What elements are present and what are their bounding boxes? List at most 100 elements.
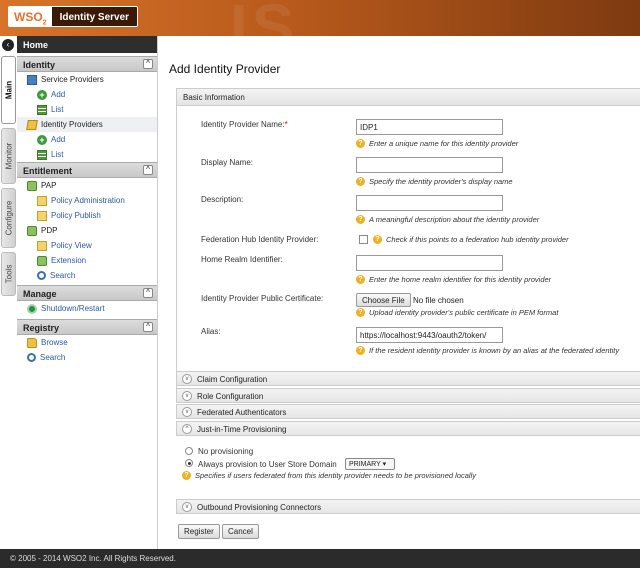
nav-pdp: PDP (17, 223, 157, 238)
alias-input[interactable]: https://localhost:9443/oauth2/token/ (356, 327, 503, 343)
nav-section-manage[interactable]: Manage ^ (17, 285, 157, 301)
chevron-down-icon: v (182, 374, 192, 384)
search-icon (27, 353, 36, 362)
role-configuration-section[interactable]: v Role Configuration (176, 388, 640, 403)
header-decoration: IS (230, 0, 299, 36)
nav-section-identity[interactable]: Identity ^ (17, 56, 157, 72)
pdp-icon (27, 225, 37, 236)
help-icon: ? (356, 275, 365, 284)
nav-home[interactable]: Home (17, 36, 157, 53)
jit-provisioning-section[interactable]: ^ Just-in-Time Provisioning (176, 421, 640, 436)
alias-help: ? If the resident identity provider is kn… (356, 346, 619, 355)
home-realm-label: Home Realm Identifier: (201, 255, 283, 264)
nav-shutdown-restart[interactable]: Shutdown/Restart (17, 301, 157, 316)
tab-configure[interactable]: Configure (1, 188, 16, 248)
nav-identity-providers: Identity Providers (17, 117, 157, 132)
tab-monitor[interactable]: Monitor (1, 128, 16, 184)
jit-help: ? Specifies if users federated from this … (182, 471, 476, 480)
page-title: Add Identity Provider (169, 62, 281, 76)
help-icon: ? (356, 139, 365, 148)
home-realm-input[interactable] (356, 255, 503, 271)
nav-extension[interactable]: Extension (17, 253, 157, 268)
add-icon: + (37, 134, 47, 145)
always-provision-label: Always provision to User Store Domain (198, 460, 337, 469)
outbound-provisioning-section[interactable]: v Outbound Provisioning Connectors (176, 499, 640, 514)
nav-sp-add[interactable]: + Add (17, 87, 157, 102)
nav-section-entitlement[interactable]: Entitlement ^ (17, 162, 157, 178)
footer: © 2005 - 2014 WSO2 Inc. All Rights Reser… (0, 549, 640, 568)
chevron-down-icon: v (182, 502, 192, 512)
chevron-up-icon: ^ (182, 424, 192, 434)
help-icon: ? (373, 235, 382, 244)
idp-name-help: ? Enter a unique name for this identity p… (356, 139, 518, 148)
collapse-icon[interactable]: ^ (143, 165, 153, 175)
description-label: Description: (201, 195, 244, 204)
nav-policy-administration[interactable]: Policy Administration (17, 193, 157, 208)
nav-entitlement-search[interactable]: Search (17, 268, 157, 283)
nav-service-providers: Service Providers (17, 72, 157, 87)
nav-section-registry[interactable]: Registry ^ (17, 319, 157, 335)
federated-authenticators-section[interactable]: v Federated Authenticators (176, 404, 640, 419)
help-icon: ? (356, 177, 365, 186)
help-icon: ? (356, 346, 365, 355)
extension-icon (37, 255, 47, 266)
list-icon (37, 104, 47, 115)
help-icon: ? (356, 215, 365, 224)
chevron-down-icon: v (182, 391, 192, 401)
collapse-menu-icon[interactable]: ‹ (2, 39, 14, 51)
description-help: ? A meaningful description about the iden… (356, 215, 539, 224)
policy-icon (37, 240, 47, 251)
nav-idp-add[interactable]: + Add (17, 132, 157, 147)
home-realm-help: ? Enter the home realm identifier for thi… (356, 275, 551, 284)
certificate-help: ? Upload identity provider's public certi… (356, 308, 558, 317)
pap-icon (27, 180, 37, 191)
display-name-input[interactable] (356, 157, 503, 173)
main-content: Add Identity Provider Basic Information … (158, 36, 640, 549)
chevron-down-icon: v (182, 407, 192, 417)
nav-registry-search[interactable]: Search (17, 350, 157, 365)
nav-registry-browse[interactable]: Browse (17, 335, 157, 350)
idp-name-input[interactable]: IDP1 (356, 119, 503, 135)
tab-tools[interactable]: Tools (1, 252, 16, 296)
add-icon: + (37, 89, 47, 100)
nav-policy-publish[interactable]: Policy Publish (17, 208, 157, 223)
no-file-text: No file chosen (413, 296, 464, 305)
collapse-icon[interactable]: ^ (143, 322, 153, 332)
display-name-help: ? Specify the identity provider's display… (356, 177, 513, 186)
help-icon: ? (356, 308, 365, 317)
alias-label: Alias: (201, 327, 221, 336)
choose-file-button[interactable]: Choose File (356, 293, 411, 307)
left-navigation: Home Identity ^ Service Providers + Add Li… (17, 36, 158, 549)
nav-policy-view[interactable]: Policy View (17, 238, 157, 253)
cancel-button[interactable]: Cancel (222, 524, 259, 539)
gear-icon (27, 303, 37, 314)
folder-icon (27, 337, 37, 348)
no-provisioning-label: No provisioning (198, 447, 254, 456)
always-provision-radio[interactable] (185, 459, 193, 467)
wso2-logo[interactable]: WSO2 Identity Server (8, 6, 139, 27)
search-icon (37, 271, 46, 280)
federation-hub-checkbox[interactable] (359, 235, 368, 244)
vertical-tabs: ‹ Main Monitor Configure Tools (0, 36, 17, 549)
federation-hub-label: Federation Hub Identity Provider: (201, 235, 319, 244)
service-provider-icon (27, 74, 37, 85)
nav-idp-list[interactable]: List (17, 147, 157, 162)
register-button[interactable]: Register (178, 524, 220, 539)
collapse-icon[interactable]: ^ (143, 288, 153, 298)
no-provisioning-radio[interactable] (185, 447, 193, 455)
idp-name-label: Identity Provider Name:* (201, 120, 288, 129)
collapse-icon[interactable]: ^ (143, 59, 153, 69)
description-input[interactable] (356, 195, 503, 211)
federation-hub-help: ? Check if this points to a federation hu… (373, 235, 569, 244)
help-icon: ? (182, 471, 191, 480)
logo-product: Identity Server (51, 7, 138, 26)
basic-information-panel: Basic Information Identity Provider Name… (176, 88, 640, 398)
tab-main[interactable]: Main (1, 56, 16, 124)
display-name-label: Display Name: (201, 158, 254, 167)
logo-brand: WSO2 (9, 7, 52, 26)
nav-sp-list[interactable]: List (17, 102, 157, 117)
user-store-domain-select[interactable]: PRIMARY ▾ (345, 458, 395, 470)
list-icon (37, 149, 47, 160)
identity-provider-icon (26, 119, 38, 130)
claim-configuration-section[interactable]: v Claim Configuration (176, 371, 640, 386)
